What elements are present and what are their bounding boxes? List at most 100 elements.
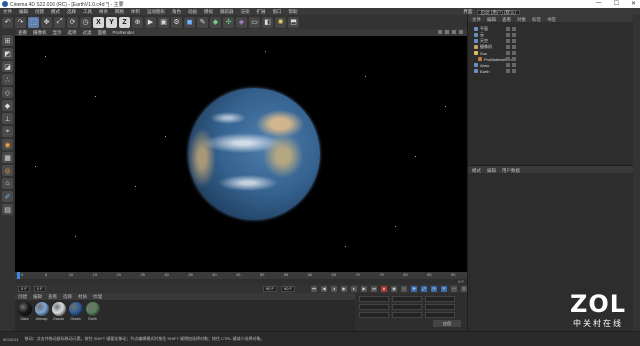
scale-icon[interactable]: ⤢ [54,16,65,28]
next-frame-icon[interactable]: ▸ [351,285,357,292]
grid-icon[interactable]: ▤ [2,204,13,215]
3d-viewport[interactable] [15,36,467,272]
position-y-field[interactable] [359,304,389,310]
material-item[interactable]: Atmosp [34,302,49,329]
undo-icon[interactable]: ↶ [2,16,13,28]
last-frame-icon[interactable]: ⏭ [371,285,377,292]
axis-mode-icon[interactable]: ⊥ [2,113,13,124]
current-frame-field[interactable]: 0 F [33,285,46,292]
auto-key-icon[interactable]: ◉ [391,285,397,292]
workplane-icon[interactable]: ▦ [2,152,13,163]
vp-menu-filter[interactable]: 过滤 [83,30,92,36]
rotation-b-field[interactable] [425,312,455,318]
points-mode-icon[interactable]: ∴ [2,74,13,85]
recent-icon[interactable]: ◷ [80,16,91,28]
enable-icon[interactable] [512,33,516,37]
timeline[interactable]: 0 5 10 15 20 25 30 35 40 45 50 55 60 65 70 75 80 85 90 0 F [15,272,467,284]
menu-create[interactable]: 创建 [35,9,44,15]
scale-key-icon[interactable]: ⤢ [421,285,427,292]
rotation-key-icon[interactable]: ⟳ [431,285,437,292]
vp-menu-view[interactable]: 查看 [18,30,27,36]
enable-icon[interactable] [512,57,516,61]
playhead[interactable] [17,272,20,279]
enable-icon[interactable] [512,63,516,67]
menu-file[interactable]: 文件 [3,9,12,15]
snap-icon[interactable]: ◉ [2,139,13,150]
obj-menu-tags[interactable]: 标签 [532,17,541,22]
pan-icon[interactable] [438,30,442,34]
enable-icon[interactable] [512,27,516,31]
mat-menu-texture[interactable]: 纹理 [93,294,102,300]
cube-icon[interactable]: ◼ [184,16,195,28]
obj-menu-view[interactable]: 查看 [502,17,511,22]
menu-mesh[interactable]: 网格 [115,9,124,15]
light-icon[interactable]: ✺ [275,16,286,28]
size-z-field[interactable] [392,312,422,318]
position-key-icon[interactable]: ✥ [411,285,417,292]
redo-icon[interactable]: ↷ [15,16,26,28]
attr-menu-mode[interactable]: 模式 [472,168,481,173]
menu-simulate[interactable]: 模拟 [204,9,213,15]
param-key-icon[interactable]: P [441,285,447,292]
coordinate-system-icon[interactable]: ⊕ [132,16,143,28]
paint-icon[interactable]: ✐ [2,191,13,202]
menu-mode[interactable]: 模式 [51,9,60,15]
model-mode-icon[interactable]: ◩ [2,48,13,59]
menu-character[interactable]: 角色 [172,9,181,15]
render-view-icon[interactable]: ▶ [145,16,156,28]
object-row[interactable]: Earth [468,68,640,74]
tweak-icon[interactable]: ⌖ [2,126,13,137]
lock-icon[interactable]: ⌂ [2,178,13,189]
tag-icon[interactable]: ⬒ [288,16,299,28]
play-icon[interactable]: ▶ [341,285,347,292]
axis-x-button[interactable]: X [93,16,104,28]
position-x-field[interactable] [359,296,389,302]
timeline-ruler[interactable]: 0 5 10 15 20 25 30 35 40 45 50 55 60 65 70 75 80 85 90 [15,272,467,279]
vp-menu-options[interactable]: 选项 [68,30,77,36]
next-key-icon[interactable]: ▶ [361,285,367,292]
point-level-icon[interactable]: ⋯ [451,285,457,292]
mat-menu-edit[interactable]: 编辑 [33,294,42,300]
obj-menu-file[interactable]: 文件 [472,17,481,22]
minimize-button[interactable]: — [596,0,602,7]
prev-key-icon[interactable]: ◀ [321,285,327,292]
menu-render[interactable]: 渲染 [241,9,250,15]
menu-help[interactable]: 帮助 [289,9,298,15]
rotation-p-field[interactable] [425,304,455,310]
material-item[interactable]: Stars [17,302,32,329]
subdivision-icon[interactable]: ◆ [210,16,221,28]
edges-mode-icon[interactable]: ◇ [2,87,13,98]
vp-menu-prorender[interactable]: ProRender [113,30,135,35]
floor-icon[interactable]: ▭ [249,16,260,28]
menu-edit[interactable]: 编辑 [19,9,28,15]
obj-menu-bookmarks[interactable]: 书签 [547,17,556,22]
texture-mode-icon[interactable]: ◪ [2,61,13,72]
visibility-icon[interactable] [506,63,510,67]
mat-menu-select[interactable]: 选择 [63,294,72,300]
polygons-mode-icon[interactable]: ◆ [2,100,13,111]
prev-frame-icon[interactable]: ◂ [331,285,337,292]
deformer-icon[interactable]: ◈ [236,16,247,28]
record-icon[interactable]: ● [381,285,387,292]
menu-window[interactable]: 窗口 [273,9,282,15]
visibility-icon[interactable] [506,51,510,55]
preview-end-field[interactable]: 90 F [280,285,295,292]
visibility-icon[interactable] [506,69,510,73]
select-icon[interactable]: ⬚ [28,16,39,28]
toggle-view-icon[interactable] [459,30,463,34]
rotation-h-field[interactable] [425,296,455,302]
apply-button[interactable]: 应用 [433,320,461,327]
start-frame-field[interactable]: 0 F [18,285,30,292]
cloner-icon[interactable]: ✣ [223,16,234,28]
rotate-icon[interactable]: ⟳ [67,16,78,28]
zoom-icon[interactable] [445,30,449,34]
menu-select[interactable]: 选择 [67,9,76,15]
enable-icon[interactable] [512,51,516,55]
solo-icon[interactable]: ◎ [2,165,13,176]
position-z-field[interactable] [359,312,389,318]
visibility-icon[interactable] [506,39,510,43]
vp-menu-cameras[interactable]: 摄像机 [33,30,47,36]
attr-menu-userdata[interactable]: 用户数据 [502,168,520,173]
enable-icon[interactable] [512,45,516,49]
visibility-icon[interactable] [506,45,510,49]
